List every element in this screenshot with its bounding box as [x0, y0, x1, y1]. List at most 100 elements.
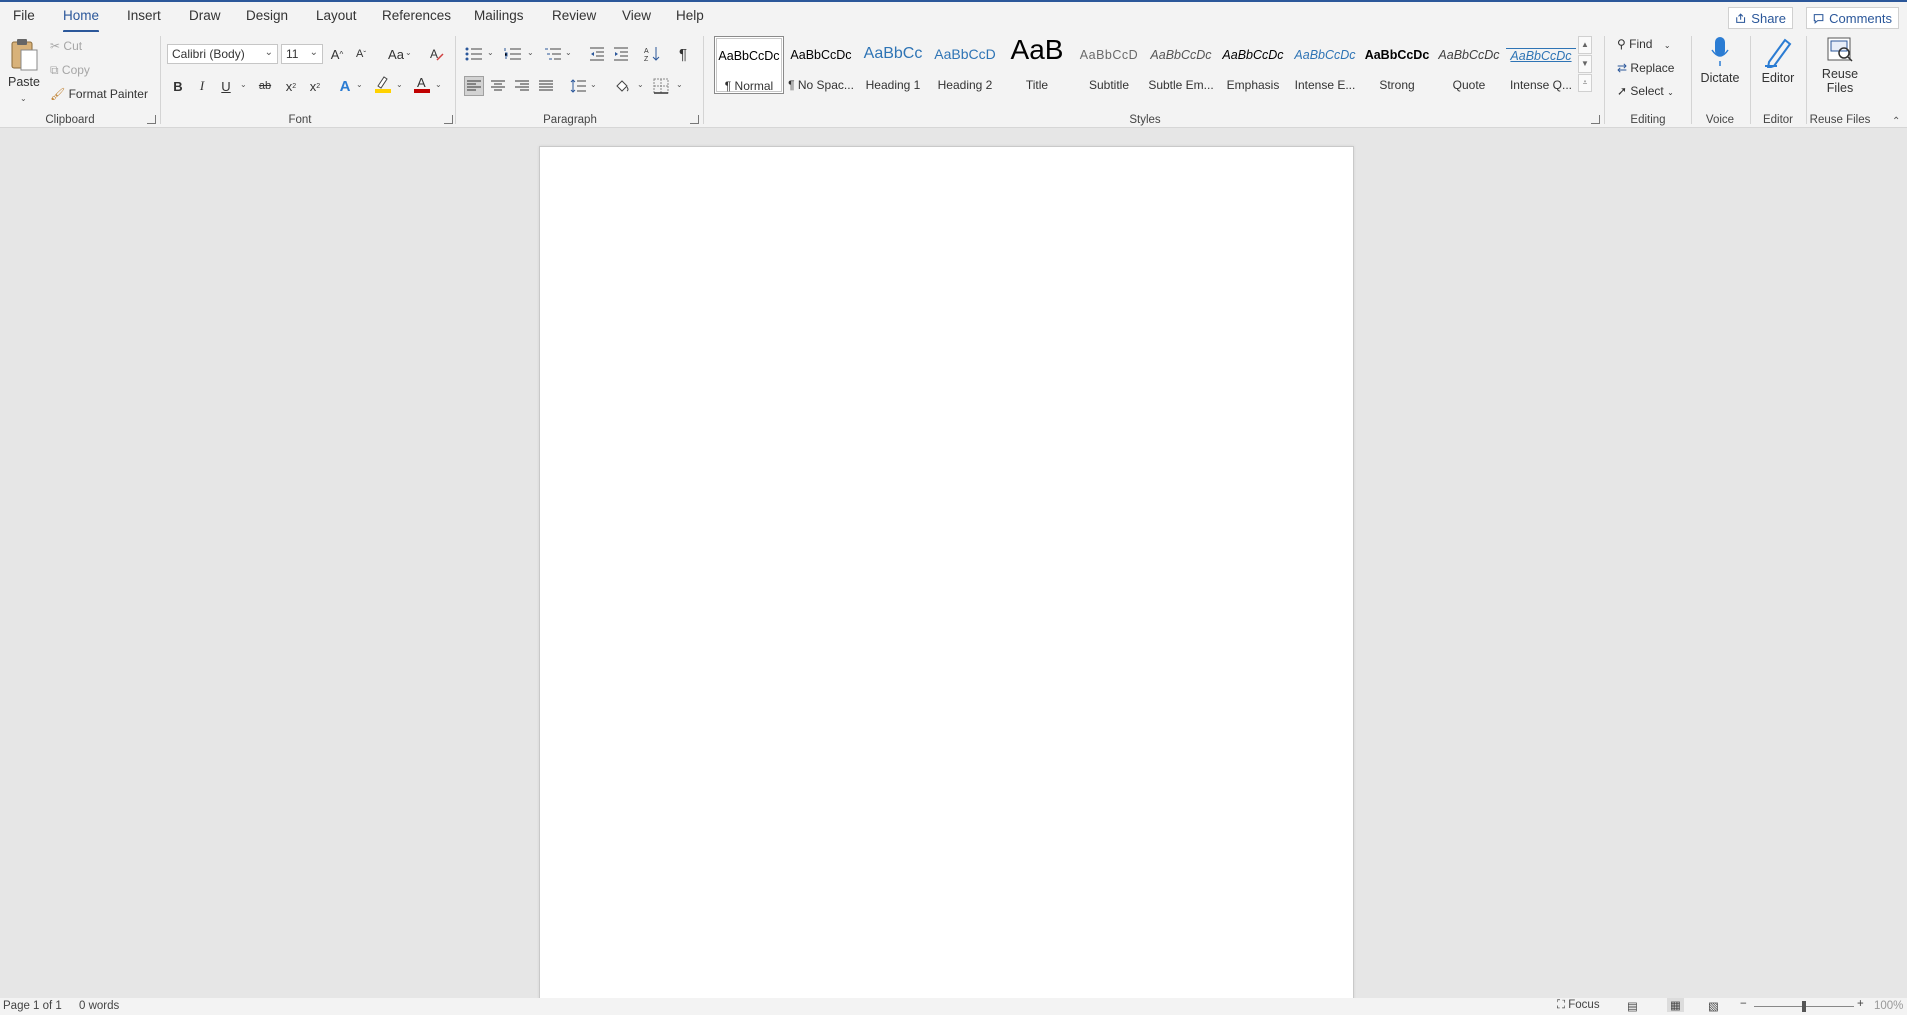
tab-design[interactable]: Design — [246, 8, 288, 23]
reuse-files-button[interactable]: Reuse Files — [1811, 36, 1869, 95]
paste-button[interactable]: Paste ⌄ — [8, 38, 40, 106]
tab-draw[interactable]: Draw — [189, 8, 221, 23]
clipboard-dialog-launcher[interactable] — [147, 115, 156, 124]
chevron-down-icon[interactable]: ⌄ — [527, 48, 534, 57]
styles-dialog-launcher[interactable] — [1591, 115, 1600, 124]
bullets-button[interactable] — [464, 44, 484, 64]
align-center-button[interactable] — [488, 76, 508, 96]
editor-button[interactable]: Editor — [1756, 36, 1800, 85]
tab-review[interactable]: Review — [552, 8, 596, 23]
subscript-button[interactable]: x2 — [281, 76, 301, 96]
chevron-down-icon[interactable]: ⌄ — [565, 48, 572, 57]
tab-references[interactable]: References — [382, 8, 451, 23]
chevron-down-icon[interactable]: ⌄ — [637, 80, 644, 89]
font-name-combo[interactable]: Calibri (Body) ⌄ — [167, 44, 278, 64]
format-painter-button[interactable]: 🖌 Format Painter — [50, 87, 148, 101]
style-quote[interactable]: AaBbCcDc Quote — [1434, 36, 1504, 94]
zoom-slider-thumb[interactable] — [1802, 1001, 1806, 1012]
chevron-down-icon[interactable]: ⌄ — [590, 80, 597, 89]
font-dialog-launcher[interactable] — [444, 115, 453, 124]
chevron-down-icon[interactable]: ⌄ — [396, 80, 403, 89]
comments-label: Comments — [1829, 10, 1892, 26]
tab-insert[interactable]: Insert — [127, 8, 161, 23]
sort-button[interactable]: AZ — [642, 44, 662, 64]
tab-home[interactable]: Home — [63, 8, 100, 33]
tab-view[interactable]: View — [622, 8, 651, 23]
paste-icon — [11, 39, 38, 71]
style-name: Quote — [1452, 78, 1486, 92]
style-normal[interactable]: AaBbCcDc ¶ Normal — [714, 36, 784, 94]
align-right-button[interactable] — [512, 76, 532, 96]
chevron-down-icon[interactable]: ⌄ — [405, 48, 412, 57]
style-emphasis[interactable]: AaBbCcDc Emphasis — [1218, 36, 1288, 94]
page-count[interactable]: Page 1 of 1 — [3, 1000, 62, 1012]
underline-button[interactable]: U — [216, 76, 236, 96]
increase-indent-button[interactable] — [611, 44, 631, 64]
zoom-in-icon[interactable]: + — [1857, 998, 1864, 1010]
dictate-button[interactable]: Dictate — [1697, 36, 1743, 85]
find-button[interactable]: ⚲ Find ⌄ — [1617, 37, 1671, 51]
style-subtitle[interactable]: AaBbCcD Subtitle — [1074, 36, 1144, 94]
line-spacing-button[interactable] — [568, 76, 588, 96]
share-button[interactable]: Share — [1728, 7, 1793, 29]
style-heading-1[interactable]: AaBbCc Heading 1 — [858, 36, 928, 94]
comments-button[interactable]: Comments — [1806, 7, 1899, 29]
chevron-down-icon[interactable]: ⌄ — [356, 80, 363, 89]
print-layout-icon[interactable]: ▦ — [1667, 998, 1684, 1012]
web-layout-icon[interactable]: ▧ — [1708, 999, 1719, 1013]
focus-label: Focus — [1568, 999, 1600, 1011]
zoom-out-icon[interactable]: − — [1740, 998, 1747, 1010]
cut-button[interactable]: ✂ Cut — [50, 39, 82, 53]
justify-button[interactable] — [536, 76, 556, 96]
style-title[interactable]: AaB Title — [1002, 34, 1072, 94]
font-size-combo[interactable]: 11 ⌄ — [281, 44, 323, 64]
numbering-button[interactable] — [503, 44, 523, 64]
style-preview: AaBbCc — [863, 45, 923, 62]
chevron-down-icon: ⌄ — [264, 47, 273, 58]
paragraph-dialog-launcher[interactable] — [690, 115, 699, 124]
chevron-down-icon[interactable]: ⌄ — [487, 48, 494, 57]
read-mode-icon[interactable]: ▤ — [1627, 999, 1638, 1013]
chevron-down-icon[interactable]: ⌄ — [435, 80, 442, 89]
shading-button[interactable] — [612, 76, 632, 96]
bold-button[interactable]: B — [168, 76, 188, 96]
replace-button[interactable]: ⇄ Replace — [1617, 61, 1674, 75]
font-color-button[interactable]: A — [412, 74, 432, 94]
focus-button[interactable]: ⛶ Focus — [1557, 999, 1600, 1012]
style-no-spacing[interactable]: AaBbCcDc ¶ No Spac... — [786, 36, 856, 94]
show-formatting-marks-button[interactable]: ¶ — [673, 44, 693, 64]
chevron-down-icon[interactable]: ⌄ — [240, 80, 247, 89]
multilevel-list-button[interactable] — [543, 44, 563, 64]
gallery-more[interactable]: ⩡ — [1578, 74, 1592, 92]
style-intense-emphasis[interactable]: AaBbCcDc Intense E... — [1290, 36, 1360, 94]
tab-help[interactable]: Help — [676, 8, 704, 23]
style-subtle-emphasis[interactable]: AaBbCcDc Subtle Em... — [1146, 36, 1216, 94]
italic-button[interactable]: I — [192, 76, 212, 96]
tab-file[interactable]: File — [13, 8, 35, 23]
copy-button[interactable]: ⧉ Copy — [50, 63, 90, 78]
decrease-indent-button[interactable] — [587, 44, 607, 64]
tab-mailings[interactable]: Mailings — [474, 8, 524, 23]
chevron-down-icon[interactable]: ⌄ — [676, 80, 683, 89]
gallery-scroll-down[interactable]: ▼ — [1578, 55, 1592, 73]
highlight-button[interactable] — [373, 74, 393, 94]
tab-layout[interactable]: Layout — [316, 8, 357, 23]
shrink-font-button[interactable]: Aˇ — [351, 44, 371, 64]
text-effects-button[interactable]: A — [335, 76, 355, 96]
style-heading-2[interactable]: AaBbCcD Heading 2 — [930, 36, 1000, 94]
style-strong[interactable]: AaBbCcDc Strong — [1362, 36, 1432, 94]
borders-button[interactable] — [651, 76, 671, 96]
superscript-button[interactable]: x2 — [305, 76, 325, 96]
paste-dropdown-icon[interactable]: ⌄ — [20, 94, 27, 103]
style-intense-quote[interactable]: AaBbCcDc Intense Q... — [1506, 36, 1576, 94]
strikethrough-button[interactable]: ab — [255, 76, 275, 96]
select-button[interactable]: ➚ Select ⌄ — [1617, 84, 1674, 98]
collapse-ribbon-icon[interactable]: ⌃ — [1892, 116, 1900, 127]
zoom-level[interactable]: 100% — [1874, 1000, 1903, 1012]
clear-formatting-button[interactable]: A — [427, 44, 447, 64]
document-page[interactable] — [539, 146, 1354, 1006]
align-left-button[interactable] — [464, 76, 484, 96]
word-count[interactable]: 0 words — [79, 1000, 119, 1012]
gallery-scroll-up[interactable]: ▲ — [1578, 36, 1592, 54]
grow-font-button[interactable]: A ^ — [327, 44, 347, 64]
